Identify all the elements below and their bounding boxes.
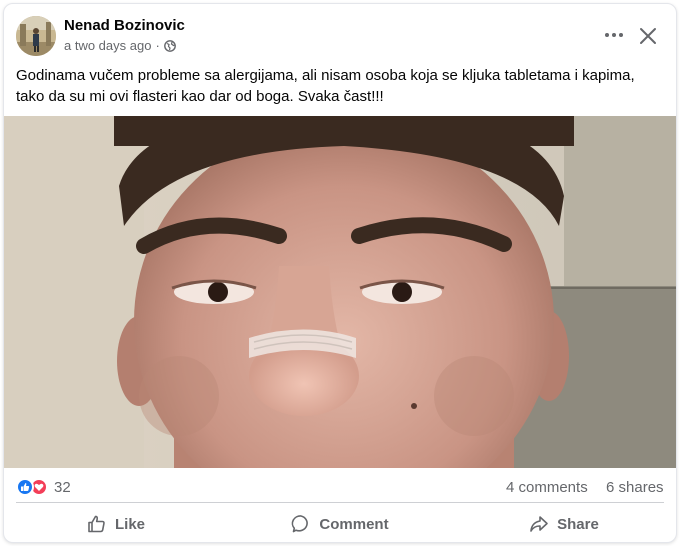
share-button[interactable]: Share [452,506,676,542]
post-header: Nenad Bozinovic a two days ago · [4,4,676,62]
divider [16,502,664,503]
share-label: Share [557,515,599,533]
close-icon[interactable] [636,24,660,48]
author-name[interactable]: Nenad Bozinovic [64,17,185,34]
comments-count[interactable]: 4 comments [506,479,588,496]
comment-icon [292,515,309,533]
like-label: Like [114,515,145,533]
more-options-icon[interactable] [600,26,628,44]
post-card: Nenad Bozinovic a two days ago · Godinam… [3,3,677,543]
meta-separator: · [155,38,160,53]
share-icon [530,516,548,532]
reactions-summary[interactable]: 32 [16,478,71,496]
globe-icon [163,39,176,52]
post-time[interactable]: a two days ago [64,38,151,53]
comment-label: Comment [319,515,389,533]
like-reaction-icon [16,478,34,496]
post-photo[interactable] [4,116,676,468]
post-stats: 32 4 comments 6 shares [4,468,676,504]
comment-button[interactable]: Comment [228,506,452,542]
like-button[interactable]: Like [4,506,228,542]
shares-count[interactable]: 6 shares [606,479,664,496]
post-text: Godinama vučem probleme sa alergijama, a… [16,67,635,105]
post-actions: Like Comment Share [4,506,676,542]
avatar[interactable] [16,16,56,56]
post-meta: a two days ago · [64,38,176,53]
reaction-count: 32 [54,478,71,496]
thumbs-up-icon [88,515,105,533]
